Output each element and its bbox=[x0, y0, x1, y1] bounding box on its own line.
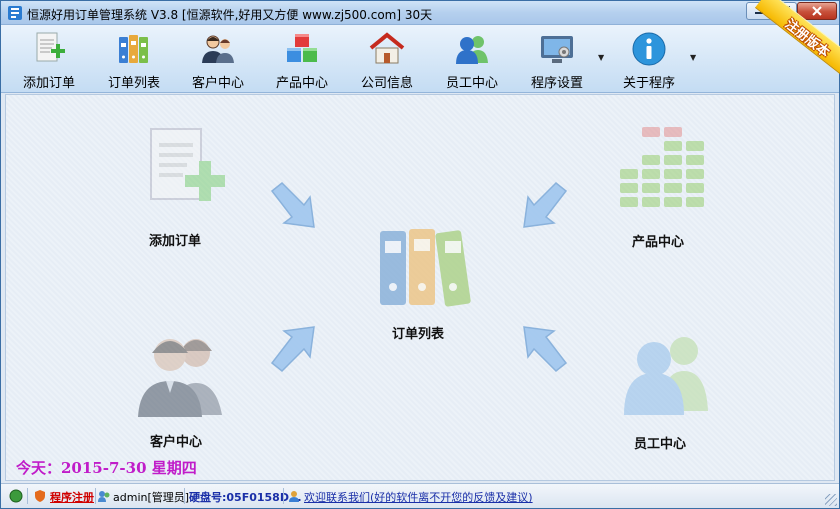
toolbar-customer-center[interactable]: 客户中心 bbox=[182, 27, 254, 91]
cubes-icon bbox=[287, 34, 317, 62]
toolbar-label: 公司信息 bbox=[360, 76, 413, 91]
toolbar-label: 订单列表 bbox=[107, 76, 160, 91]
settings-monitor-icon bbox=[541, 36, 573, 63]
user-icon bbox=[98, 491, 110, 502]
toolbar-add-order[interactable]: 添加订单 bbox=[13, 27, 85, 91]
register-link[interactable]: 程序注册 bbox=[50, 489, 94, 505]
module-label: 员工中心 bbox=[634, 437, 687, 452]
toolbar-product-center[interactable]: 产品中心 bbox=[266, 27, 338, 91]
toolbar-staff-center[interactable]: 员工中心 bbox=[436, 27, 508, 91]
status-indicator-icon bbox=[9, 489, 23, 503]
arrow-up-right-icon bbox=[270, 326, 315, 373]
toolbar-label: 程序设置 bbox=[530, 76, 583, 91]
module-label: 添加订单 bbox=[149, 234, 202, 249]
dashboard: 添加订单 订单列表 产品中心 客户中心 员工中心 今天：2015-7-30 星期… bbox=[5, 94, 835, 481]
customers-icon bbox=[138, 339, 222, 417]
arrow-down-left-icon bbox=[523, 181, 568, 228]
add-order-icon bbox=[150, 128, 225, 201]
staff-icon bbox=[456, 36, 488, 64]
module-add-order[interactable]: 添加订单 bbox=[134, 123, 234, 249]
close-icon bbox=[812, 6, 822, 16]
toolbar-order-list[interactable]: 订单列表 bbox=[98, 27, 170, 91]
toolbar-about[interactable]: 关于程序 bbox=[613, 27, 685, 91]
module-staff-center[interactable]: 员工中心 bbox=[614, 327, 724, 452]
customers-icon bbox=[202, 35, 234, 63]
toolbar-label: 客户中心 bbox=[191, 76, 244, 91]
module-label: 客户中心 bbox=[150, 435, 203, 450]
module-product-center[interactable]: 产品中心 bbox=[614, 127, 724, 250]
feedback-link[interactable]: 欢迎联系我们(好的软件离不开您的反馈及建议) bbox=[304, 489, 533, 505]
toolbar-label: 员工中心 bbox=[445, 76, 498, 91]
binders-icon bbox=[380, 229, 471, 307]
toolbar-program-settings[interactable]: 程序设置 bbox=[521, 27, 593, 91]
product-blocks-icon bbox=[620, 127, 704, 207]
contact-icon bbox=[289, 491, 299, 502]
app-logo-icon bbox=[8, 6, 22, 20]
arrow-down-right-icon bbox=[270, 181, 315, 228]
house-icon bbox=[369, 32, 405, 64]
arrow-up-left-icon bbox=[523, 326, 568, 373]
status-bar: 程序注册 admin[管理员] 硬盘号:05F0158D... 欢迎联系我们(好… bbox=[1, 483, 839, 508]
app-window: 恒源好用订单管理系统 V3.8 [恒源软件,好用又方便 www.zj500.co… bbox=[0, 0, 840, 509]
module-label: 订单列表 bbox=[392, 327, 445, 342]
module-label: 产品中心 bbox=[632, 235, 685, 250]
disk-id: 硬盘号:05F0158D... bbox=[189, 491, 302, 504]
module-order-list[interactable]: 订单列表 bbox=[372, 223, 482, 343]
module-customer-center[interactable]: 客户中心 bbox=[130, 325, 240, 450]
toolbar-label: 关于程序 bbox=[622, 76, 675, 91]
info-icon bbox=[632, 32, 666, 66]
toolbar-company-info[interactable]: 公司信息 bbox=[351, 27, 423, 91]
chevron-down-icon[interactable]: ▼ bbox=[598, 53, 604, 62]
today-date: 今天：2015-7-30 星期四 bbox=[16, 459, 197, 477]
resize-grip[interactable] bbox=[825, 494, 837, 506]
current-user: admin[管理员] bbox=[113, 491, 190, 504]
add-order-icon bbox=[36, 32, 65, 62]
toolbar-label: 添加订单 bbox=[22, 76, 75, 91]
register-shield-icon bbox=[35, 490, 45, 502]
window-title: 恒源好用订单管理系统 V3.8 [恒源软件,好用又方便 www.zj500.co… bbox=[27, 8, 433, 22]
binders-icon bbox=[119, 35, 148, 63]
title-bar[interactable]: 恒源好用订单管理系统 V3.8 [恒源软件,好用又方便 www.zj500.co… bbox=[1, 1, 839, 25]
chevron-down-icon[interactable]: ▼ bbox=[690, 53, 696, 62]
toolbar-label: 产品中心 bbox=[275, 76, 328, 91]
staff-icon bbox=[624, 337, 708, 415]
main-toolbar: 添加订单 订单列表 客户中心 产品中心 公司信息 员工中心 程序设置 ▼ 关于程… bbox=[1, 25, 839, 93]
